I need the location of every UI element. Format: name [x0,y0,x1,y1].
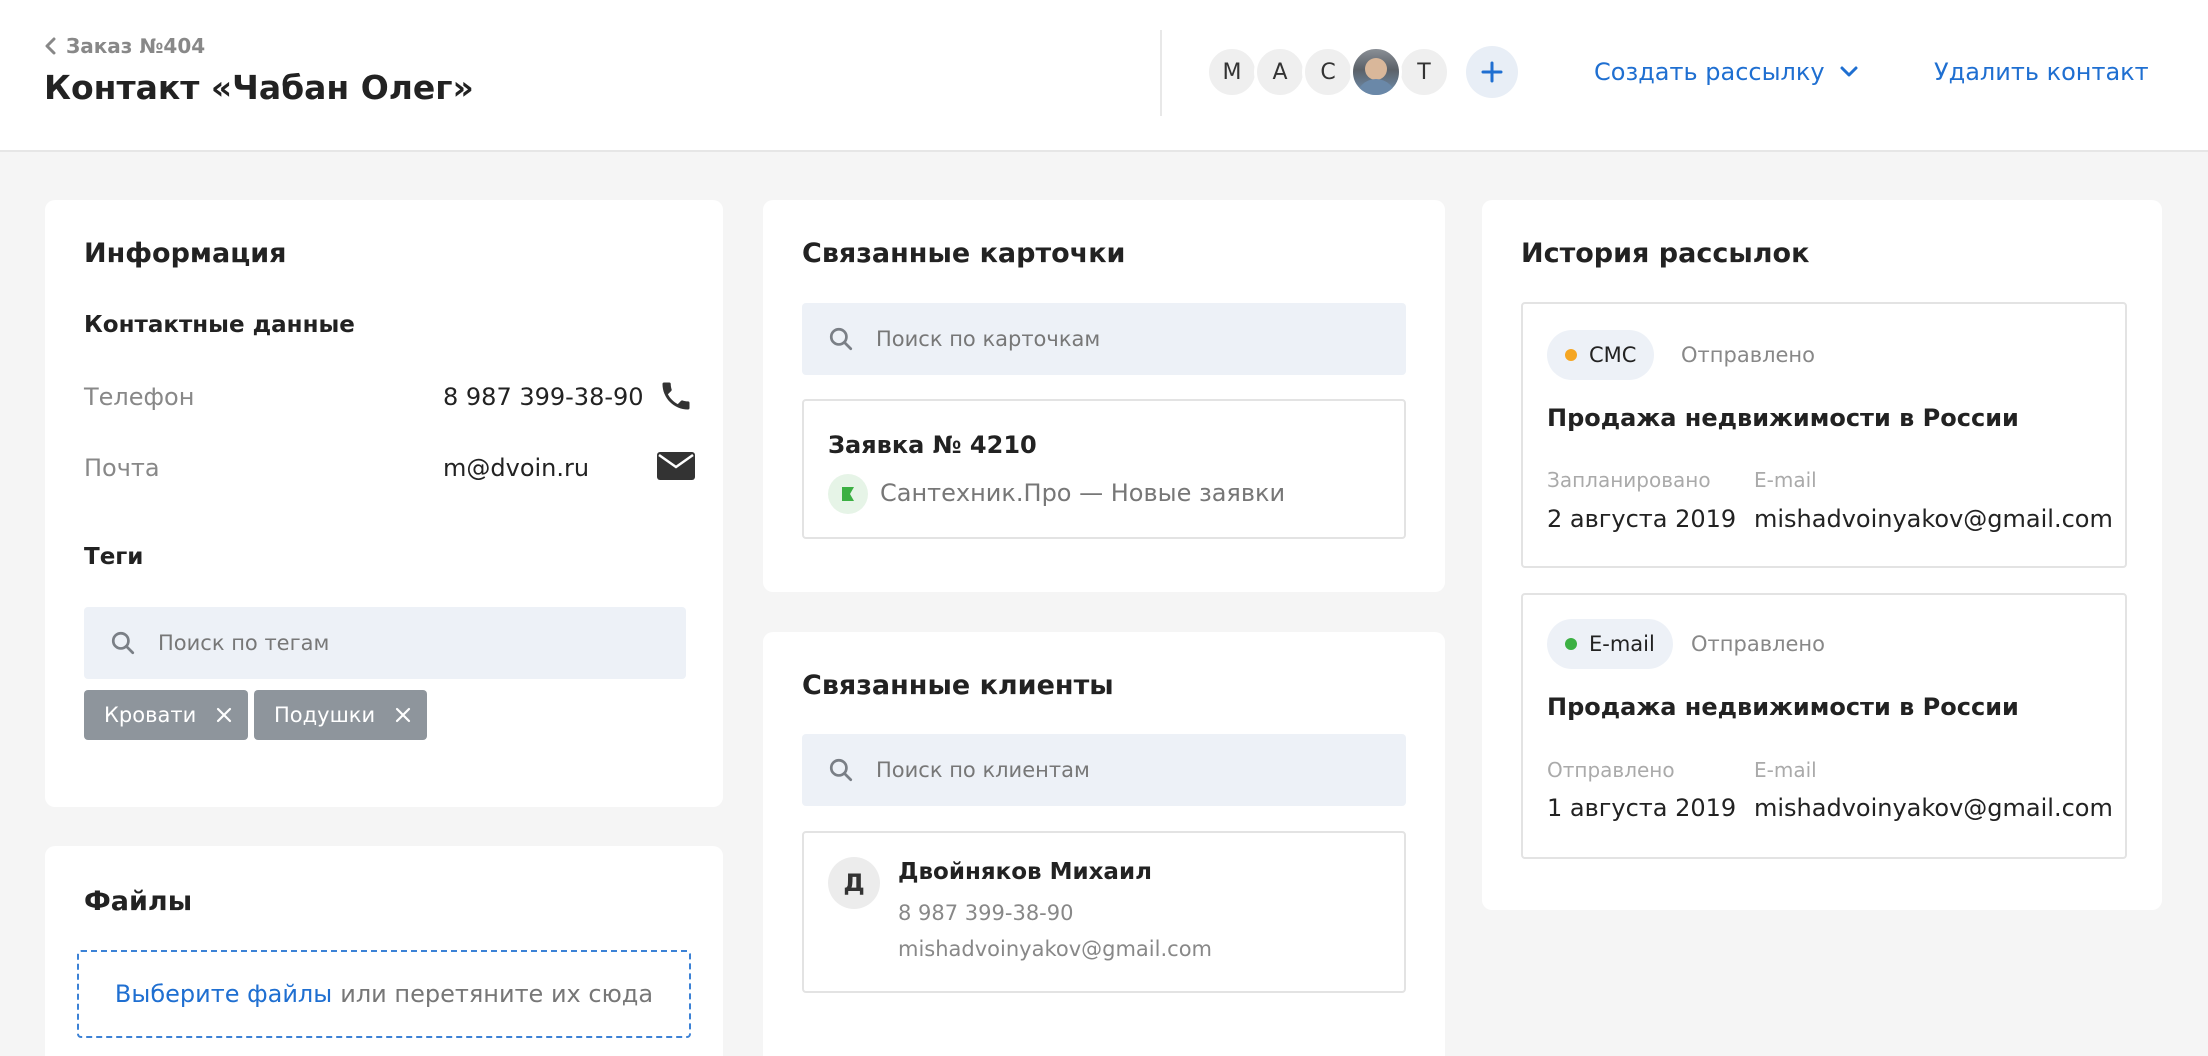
pipeline-flag-icon [828,474,868,514]
channel-dot [1565,638,1577,650]
files-title: Файлы [84,886,193,917]
mailing-history-card: История рассылок СМС Отправлено Продажа … [1482,200,2162,910]
mailing-date-value: 1 августа 2019 [1547,794,1737,822]
back-link[interactable]: Заказ №404 [44,34,205,58]
close-icon [217,707,232,723]
mailing-item[interactable]: СМС Отправлено Продажа недвижимости в Ро… [1521,302,2127,568]
channel-label: СМС [1589,343,1637,367]
back-link-label: Заказ №404 [66,34,206,58]
channel-dot [1565,349,1577,361]
related-cards-card: Связанные карточки Заявка № 4210 Сантехн… [763,200,1445,592]
client-phone: 8 987 399-38-90 [898,901,1074,925]
mailing-date-value: 2 августа 2019 [1547,505,1737,533]
mailing-email-label: E-mail [1754,468,1817,492]
client-email: mishadvoinyakov@gmail.com [898,937,1212,961]
avatar[interactable]: А [1254,46,1306,98]
choose-files-link[interactable]: Выберите файлы [115,980,332,1008]
tag-chip[interactable]: Кровати [84,690,249,740]
avatar-photo[interactable] [1350,46,1402,98]
page-header: Заказ №404 Контакт «Чабан Олег» М А С Т … [0,0,2208,152]
header-divider [1160,30,1162,116]
mailing-email-label: E-mail [1754,758,1817,782]
channel-label: E-mail [1589,632,1655,656]
mailing-history-title: История рассылок [1521,238,1810,269]
info-title: Информация [84,238,287,269]
plus-icon [1481,61,1503,83]
clients-search-input[interactable] [876,758,1360,782]
linked-card-pipeline: Сантехник.Про — Новые заявки [880,479,1286,507]
file-dropzone[interactable]: Выберите файлы или перетяните их сюда [77,950,691,1038]
tags-subtitle: Теги [84,544,144,570]
clients-search[interactable] [802,734,1406,806]
email-value[interactable]: m@dvoin.ru [443,454,589,482]
email-label: Почта [84,454,160,482]
avatar[interactable]: С [1302,46,1354,98]
avatar[interactable]: М [1206,46,1258,98]
search-icon [829,758,853,782]
channel-badge: СМС [1547,330,1655,380]
info-card: Информация Контактные данные Телефон 8 9… [45,200,723,807]
chevron-left-icon [45,37,56,55]
channel-badge: E-mail [1547,619,1673,669]
avatar[interactable]: Т [1398,46,1450,98]
mailing-subject: Продажа недвижимости в России [1547,693,2019,721]
related-clients-card: Связанные клиенты Д Двойняков Михаил 8 9… [763,632,1445,1056]
linked-card-title: Заявка № 4210 [828,431,1037,459]
related-cards-title: Связанные карточки [802,238,1126,269]
delete-contact-button[interactable]: Удалить контакт [1934,58,2149,86]
linked-card-item[interactable]: Заявка № 4210 Сантехник.Про — Новые заяв… [802,399,1406,539]
linked-client-item[interactable]: Д Двойняков Михаил 8 987 399-38-90 misha… [802,831,1406,993]
mailing-status: Отправлено [1691,632,1825,656]
tag-label: Подушки [274,703,376,727]
chevron-down-icon [1840,66,1858,77]
search-icon [829,327,853,351]
add-participant-button[interactable] [1466,46,1518,98]
close-icon [396,707,411,723]
tags-search-input[interactable] [158,631,640,655]
mailing-date-label: Отправлено [1547,758,1675,782]
cards-search-input[interactable] [876,327,1360,351]
related-clients-title: Связанные клиенты [802,670,1114,701]
phone-value[interactable]: 8 987 399-38-90 [443,383,644,411]
mailing-status: Отправлено [1681,343,1815,367]
create-mailing-label: Создать рассылку [1594,58,1825,86]
cards-search[interactable] [802,303,1406,375]
tag-label: Кровати [104,703,197,727]
tag-chip[interactable]: Подушки [254,690,428,740]
drop-hint: или перетяните их сюда [340,980,654,1008]
create-mailing-button[interactable]: Создать рассылку [1594,58,1859,86]
remove-tag-button[interactable] [395,707,411,723]
search-icon [111,631,135,655]
phone-label: Телефон [84,383,195,411]
tags-search[interactable] [84,607,686,679]
mailing-email-value: mishadvoinyakov@gmail.com [1754,505,2113,533]
participants-avatars: М А С Т [1206,46,1518,98]
client-avatar: Д [828,857,880,909]
contacts-subtitle: Контактные данные [84,312,355,338]
remove-tag-button[interactable] [216,707,232,723]
phone-icon[interactable] [658,378,694,414]
mailing-item[interactable]: E-mail Отправлено Продажа недвижимости в… [1521,593,2127,859]
mailing-email-value: mishadvoinyakov@gmail.com [1754,794,2113,822]
mailing-subject: Продажа недвижимости в России [1547,404,2019,432]
mail-icon[interactable] [657,452,695,480]
client-name: Двойняков Михаил [898,859,1152,885]
page-title: Контакт «Чабан Олег» [44,68,474,107]
mailing-date-label: Запланировано [1547,468,1711,492]
